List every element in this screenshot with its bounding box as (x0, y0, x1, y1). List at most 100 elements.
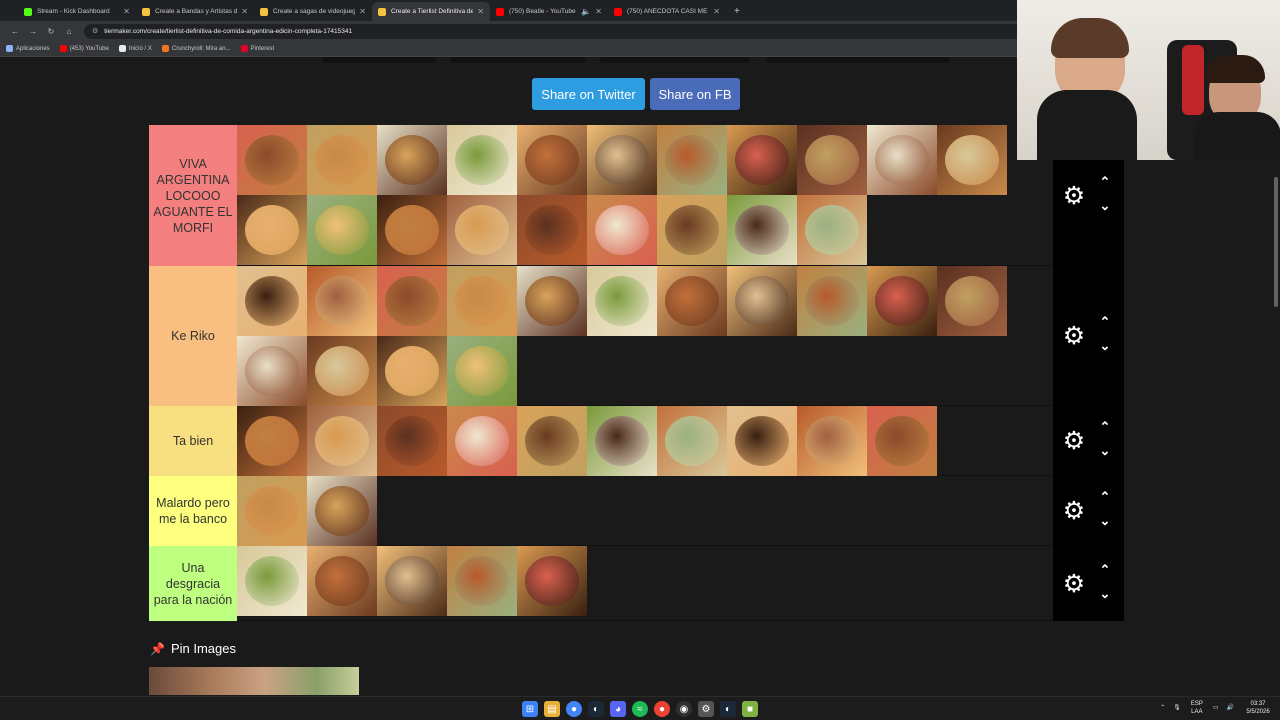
chevron-up-icon[interactable]: ⌃ (1097, 174, 1113, 190)
food-image[interactable] (237, 406, 307, 476)
food-image[interactable] (447, 406, 517, 476)
obs-icon[interactable]: ◉ (676, 701, 692, 717)
chevron-up-icon[interactable]: ⌃ (1097, 562, 1113, 578)
food-image[interactable] (727, 406, 797, 476)
food-image[interactable] (237, 195, 307, 265)
chevron-down-icon[interactable]: ⌄ (1097, 338, 1113, 354)
spotify-icon[interactable]: ≈ (632, 701, 648, 717)
food-image[interactable] (797, 266, 867, 336)
close-icon[interactable]: ✕ (123, 7, 130, 16)
food-image[interactable] (237, 546, 307, 616)
chrome-icon[interactable]: ● (566, 701, 582, 717)
food-image[interactable] (587, 195, 657, 265)
food-image[interactable] (727, 266, 797, 336)
food-image[interactable] (727, 195, 797, 265)
mic-icon[interactable]: 🎙 (1173, 704, 1181, 712)
food-image[interactable] (237, 266, 307, 336)
food-image[interactable] (237, 125, 307, 195)
close-icon[interactable]: ✕ (477, 7, 484, 16)
bookmark-pinterest[interactable]: Pinterest (240, 45, 274, 52)
back-icon[interactable]: ← (6, 27, 24, 36)
food-image[interactable] (657, 125, 727, 195)
food-image[interactable] (447, 125, 517, 195)
bookmark-x[interactable]: Inicio / X (118, 45, 152, 52)
food-image[interactable] (657, 266, 727, 336)
discord-icon[interactable]: ◕ (610, 701, 626, 717)
food-image[interactable] (587, 406, 657, 476)
tab-youtube-beatle[interactable]: (750) Beatle - YouTube 🔈 ✕ (490, 2, 608, 21)
gear-icon[interactable]: ⚙ (1061, 183, 1087, 209)
gear-icon[interactable]: ⚙ (1061, 571, 1087, 597)
food-image[interactable] (797, 406, 867, 476)
share-fb-button[interactable]: Share on FB (650, 78, 740, 110)
food-image[interactable] (307, 546, 377, 616)
page-scrollbar[interactable] (1274, 177, 1278, 307)
bookmark-youtube[interactable]: (453) YouTube (59, 45, 109, 52)
url-input[interactable]: ⚙ tiermaker.com/create/tierlist-definiti… (84, 23, 1084, 39)
food-image[interactable] (237, 476, 307, 546)
food-image[interactable] (517, 125, 587, 195)
network-icon[interactable]: ▭ (1213, 704, 1219, 712)
minecraft-icon[interactable]: ■ (742, 701, 758, 717)
tier-label[interactable]: Ta bien (149, 406, 237, 476)
food-image[interactable] (447, 546, 517, 616)
food-image[interactable] (307, 406, 377, 476)
tab-bandas[interactable]: Create a Bandas y Artistas de R✕ (136, 2, 254, 21)
food-image[interactable] (867, 406, 937, 476)
clock[interactable]: 03:37 5/5/2026 (1242, 700, 1274, 716)
food-image[interactable] (937, 266, 1007, 336)
tier-label[interactable]: Una desgracia para la nación (149, 546, 237, 621)
food-image[interactable] (517, 266, 587, 336)
tab-kick[interactable]: Stream - Kick Dashboard ✕ (18, 2, 136, 21)
speaker-icon[interactable]: 🔈 (581, 7, 591, 16)
new-tab-button[interactable]: + (726, 2, 748, 21)
food-image[interactable] (377, 336, 447, 406)
chevron-up-icon[interactable]: ⌃ (1160, 704, 1165, 712)
food-image[interactable] (377, 406, 447, 476)
tab-youtube-anecdota[interactable]: (750) ANÉCDOTA CASI ME MA✕ (608, 2, 726, 21)
language-indicator[interactable]: ESP LAA (1189, 700, 1205, 716)
chrome-icon[interactable]: ● (654, 701, 670, 717)
food-image[interactable] (237, 336, 307, 406)
food-image[interactable] (377, 546, 447, 616)
chevron-down-icon[interactable]: ⌄ (1097, 443, 1113, 459)
tab-sagas[interactable]: Create a sagas de videojuegos ✕ (254, 2, 372, 21)
food-image[interactable] (587, 266, 657, 336)
food-image[interactable] (517, 195, 587, 265)
chevron-up-icon[interactable]: ⌃ (1097, 489, 1113, 505)
food-image[interactable] (447, 266, 517, 336)
food-image[interactable] (307, 195, 377, 265)
steam-icon[interactable]: ◐ (720, 701, 736, 717)
food-image[interactable] (307, 336, 377, 406)
chevron-up-icon[interactable]: ⌃ (1097, 314, 1113, 330)
food-image[interactable] (307, 125, 377, 195)
chevron-up-icon[interactable]: ⌃ (1097, 419, 1113, 435)
food-image[interactable] (937, 125, 1007, 195)
file-explorer-icon[interactable]: ▤ (544, 701, 560, 717)
gear-icon[interactable]: ⚙ (1061, 498, 1087, 524)
reload-icon[interactable]: ↻ (42, 27, 60, 36)
food-image[interactable] (377, 266, 447, 336)
site-info-icon[interactable]: ⚙ (92, 27, 98, 35)
close-icon[interactable]: ✕ (359, 7, 366, 16)
chevron-down-icon[interactable]: ⌄ (1097, 198, 1113, 214)
tier-label[interactable]: VIVA ARGENTINA LOCOOO AGUANTE EL MORFI (149, 125, 237, 266)
close-icon[interactable]: ✕ (241, 7, 248, 16)
food-image[interactable] (447, 195, 517, 265)
food-image[interactable] (657, 195, 727, 265)
close-icon[interactable]: ✕ (595, 7, 602, 16)
food-image[interactable] (657, 406, 727, 476)
forward-icon[interactable]: → (24, 27, 42, 36)
bookmark-crunchyroll[interactable]: Crunchyroll: Mira an... (161, 45, 231, 52)
tier-label[interactable]: Ke Riko (149, 266, 237, 406)
pinned-images-strip[interactable] (149, 667, 359, 695)
food-image[interactable] (307, 476, 377, 546)
food-image[interactable] (797, 125, 867, 195)
food-image[interactable] (727, 125, 797, 195)
bookmark-apps[interactable]: Aplicaciones (6, 45, 50, 52)
food-image[interactable] (797, 195, 867, 265)
food-image[interactable] (307, 266, 377, 336)
tier-label[interactable]: Malardo pero me la banco (149, 476, 237, 546)
food-image[interactable] (517, 546, 587, 616)
gear-icon[interactable]: ⚙ (1061, 323, 1087, 349)
